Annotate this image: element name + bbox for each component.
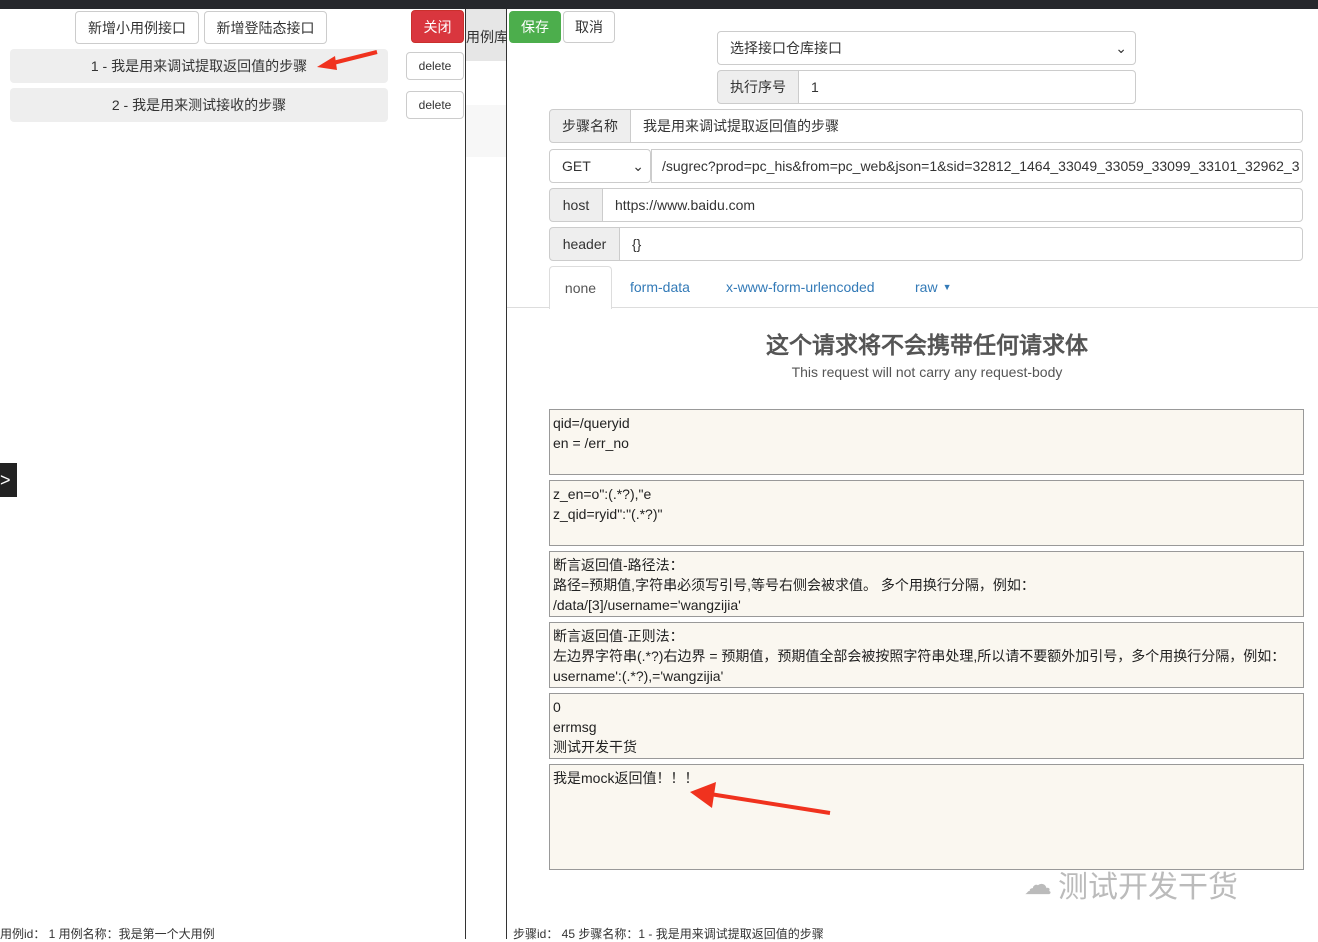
host-label: host	[549, 188, 603, 222]
delete-step-2-button[interactable]: delete	[406, 91, 464, 119]
method-select[interactable]: GET ⌄	[549, 149, 651, 183]
tab-underline	[507, 307, 1318, 308]
order-input[interactable]: 1	[798, 70, 1136, 104]
expand-button[interactable]: >	[0, 463, 17, 497]
step-info-footer: 步骤id： 45 步骤名称：1 - 我是用来调试提取返回值的步骤	[513, 927, 824, 941]
header-label: header	[549, 227, 620, 261]
extract-path-textarea[interactable]: qid=/queryid en = /err_no	[549, 409, 1304, 475]
tab-form-data[interactable]: form-data	[630, 266, 690, 308]
assert-path-textarea[interactable]: 断言返回值-路径法： 路径=预期值,字符串必须写引号,等号右侧会被求值。 多个用…	[549, 551, 1304, 617]
caret-down-icon: ▼	[942, 282, 952, 292]
method-value: GET	[562, 158, 591, 174]
cancel-button[interactable]: 取消	[563, 11, 615, 43]
repo-select[interactable]: 选择接口仓库接口 ⌄	[717, 31, 1136, 65]
assert-textarea[interactable]: 0 errmsg 测试开发干货	[549, 693, 1304, 759]
tab-raw-label: raw	[915, 279, 938, 295]
middle-panel-block	[466, 105, 506, 157]
no-body-title: 这个请求将不会携带任何请求体	[766, 332, 1088, 358]
watermark: ☁ 测试开发干货	[1024, 862, 1238, 906]
delete-step-1-button[interactable]: delete	[406, 52, 464, 80]
red-arrow-annotation	[690, 782, 831, 815]
case-info-footer: 用例id： 1 用例名称：我是第一个大用例	[0, 927, 215, 941]
close-button[interactable]: 关闭	[411, 10, 464, 43]
mock-textarea[interactable]: 我是mock返回值！！！	[549, 764, 1304, 870]
assert-regex-textarea[interactable]: 断言返回值-正则法： 左边界字符串(.*?)右边界 = 预期值，预期值全部会被按…	[549, 622, 1304, 688]
watermark-text: 测试开发干货	[1058, 871, 1238, 904]
red-arrow-annotation	[317, 50, 378, 70]
tab-case-library[interactable]: 用例库	[466, 9, 506, 61]
order-label: 执行序号	[717, 70, 799, 104]
step-name-input[interactable]: 我是用来调试提取返回值的步骤	[630, 109, 1303, 143]
tab-raw[interactable]: raw ▼	[915, 266, 951, 308]
extract-regex-textarea[interactable]: z_en=o":(.*?),"e z_qid=ryid":"(.*?)"	[549, 480, 1304, 546]
chevron-down-icon: ⌄	[632, 157, 644, 174]
chevron-down-icon: ⌄	[1115, 39, 1127, 56]
url-input[interactable]: /sugrec?prod=pc_his&from=pc_web&json=1&s…	[651, 149, 1303, 183]
repo-select-value: 选择接口仓库接口	[730, 40, 842, 56]
tab-none[interactable]: none	[549, 266, 612, 309]
divider	[506, 9, 507, 939]
tab-x-www-form-urlencoded[interactable]: x-www-form-urlencoded	[726, 266, 875, 308]
host-input[interactable]: https://www.baidu.com	[602, 188, 1303, 222]
header-input[interactable]: {}	[619, 227, 1303, 261]
add-case-button[interactable]: 新增小用例接口	[75, 11, 199, 44]
add-login-button[interactable]: 新增登陆态接口	[204, 11, 327, 44]
save-button[interactable]: 保存	[509, 11, 561, 43]
step-item-2[interactable]: 2 - 我是用来测试接收的步骤	[10, 88, 388, 122]
wechat-icon: ☁	[1024, 868, 1052, 900]
top-bar	[0, 0, 1318, 9]
no-body-subtitle: This request will not carry any request-…	[791, 364, 1063, 380]
step-name-label: 步骤名称	[549, 109, 631, 143]
